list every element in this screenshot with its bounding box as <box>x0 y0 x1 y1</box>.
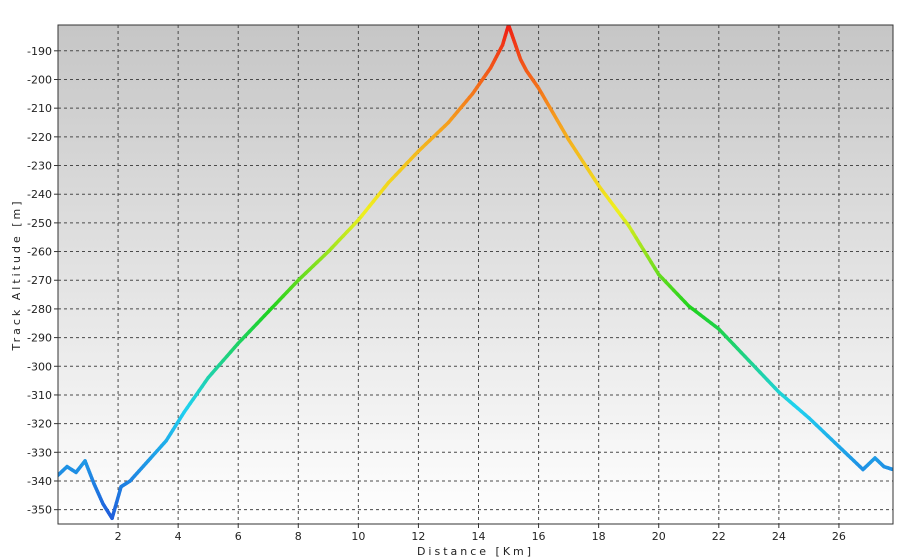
x-tick-label: 10 <box>351 530 365 543</box>
x-tick-label: 12 <box>411 530 425 543</box>
y-tick-label: -260 <box>27 246 52 259</box>
plot-area <box>58 25 893 524</box>
y-tick-label: -190 <box>27 45 52 58</box>
y-tick-label: -210 <box>27 102 52 115</box>
x-tick-label: 20 <box>652 530 666 543</box>
y-tick-label: -350 <box>27 504 52 517</box>
y-tick-label: -230 <box>27 160 52 173</box>
x-tick-label: 22 <box>712 530 726 543</box>
y-tick-label: -310 <box>27 389 52 402</box>
x-tick-label: 2 <box>115 530 122 543</box>
y-tick-label: -250 <box>27 217 52 230</box>
y-tick-label: -340 <box>27 475 52 488</box>
x-tick-label: 8 <box>295 530 302 543</box>
y-tick-label: -200 <box>27 73 52 86</box>
x-tick-label: 16 <box>532 530 546 543</box>
y-axis-title: Track Altitude [m] <box>10 198 23 351</box>
x-tick-label: 4 <box>175 530 182 543</box>
x-tick-label: 18 <box>592 530 606 543</box>
y-tick-label: -300 <box>27 360 52 373</box>
x-tick-label: 26 <box>832 530 846 543</box>
altitude-chart: 2 4 6 8 10 12 14 16 18 20 22 24 26 -190 -200 -210 -220 -2… <box>0 0 903 559</box>
y-tick-label: -320 <box>27 418 52 431</box>
x-tick-label: 6 <box>235 530 242 543</box>
x-tick-label: 14 <box>472 530 486 543</box>
x-tick-label: 24 <box>772 530 786 543</box>
y-tick-label: -270 <box>27 274 52 287</box>
x-axis-title: Distance [Km] <box>417 545 534 558</box>
y-tick-label: -220 <box>27 131 52 144</box>
y-tick-label: -240 <box>27 188 52 201</box>
chart-svg: 2 4 6 8 10 12 14 16 18 20 22 24 26-190-200-210-220-2… <box>10 24 894 558</box>
y-tick-label: -330 <box>27 446 52 459</box>
y-tick-label: -280 <box>27 303 52 316</box>
y-tick-label: -290 <box>27 332 52 345</box>
